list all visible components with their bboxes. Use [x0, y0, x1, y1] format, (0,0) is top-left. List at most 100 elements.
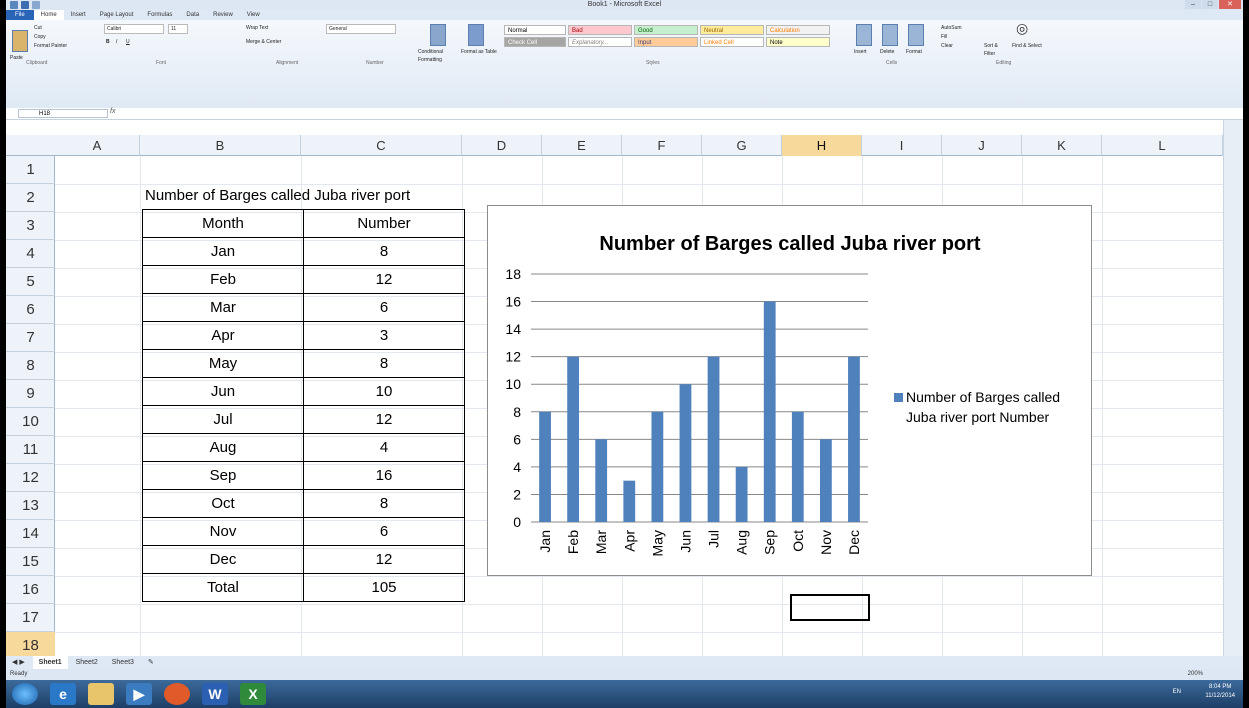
row-header-13[interactable]: 13: [6, 492, 55, 520]
new-sheet-icon[interactable]: ✎: [142, 656, 160, 669]
sheet-tab-3[interactable]: Sheet3: [106, 656, 140, 669]
bar-chart[interactable]: Number of Barges called Juba river port 0…: [487, 205, 1092, 576]
row-header-15[interactable]: 15: [6, 548, 55, 576]
row-header-12[interactable]: 12: [6, 464, 55, 492]
wrap-text-button[interactable]: Wrap Text: [246, 24, 268, 32]
format-as-table-icon[interactable]: [468, 24, 484, 46]
cut-button[interactable]: Cut: [34, 24, 42, 32]
copy-button[interactable]: Copy: [34, 33, 46, 41]
clock[interactable]: 8:04 PM 11/12/2014: [1205, 683, 1235, 701]
row-header-9[interactable]: 9: [6, 380, 55, 408]
number-cell[interactable]: 6: [303, 293, 465, 322]
clear-button[interactable]: Clear: [941, 42, 953, 50]
row-header-3[interactable]: 3: [6, 212, 55, 240]
style-input[interactable]: Input: [634, 37, 698, 47]
media-player-icon[interactable]: ▶: [126, 683, 152, 705]
paste-icon[interactable]: [12, 30, 28, 52]
sheet-tab-1[interactable]: Sheet1: [32, 656, 68, 669]
conditional-formatting-button[interactable]: Conditional Formatting: [418, 48, 458, 64]
sheet-nav-icon[interactable]: ◀ ▶: [6, 656, 31, 669]
font-size-select[interactable]: 11: [168, 24, 188, 34]
number-cell[interactable]: 8: [303, 237, 465, 266]
merge-center-button[interactable]: Merge & Center: [246, 38, 281, 46]
selected-cell-h18[interactable]: [790, 594, 870, 621]
month-cell[interactable]: Oct: [142, 489, 304, 518]
col-header-h[interactable]: H: [782, 135, 862, 156]
col-header-j[interactable]: J: [942, 135, 1022, 156]
col-header-a[interactable]: A: [55, 135, 140, 156]
style-linked-cell[interactable]: Linked Cell: [700, 37, 764, 47]
row-header-4[interactable]: 4: [6, 240, 55, 268]
number-format-select[interactable]: General: [326, 24, 396, 34]
month-cell[interactable]: Jun: [142, 377, 304, 406]
row-header-6[interactable]: 6: [6, 296, 55, 324]
month-cell[interactable]: Jul: [142, 405, 304, 434]
insert-function-icon[interactable]: fx: [110, 108, 115, 115]
format-cells-button[interactable]: Format: [906, 48, 922, 56]
month-cell[interactable]: Mar: [142, 293, 304, 322]
col-header-c[interactable]: C: [301, 135, 462, 156]
col-header-k[interactable]: K: [1022, 135, 1102, 156]
insert-cells-icon[interactable]: [856, 24, 872, 46]
col-header-g[interactable]: G: [702, 135, 782, 156]
number-cell[interactable]: 8: [303, 349, 465, 378]
month-cell[interactable]: Jan: [142, 237, 304, 266]
month-cell[interactable]: Aug: [142, 433, 304, 462]
underline-button[interactable]: U: [126, 38, 130, 46]
month-cell[interactable]: Dec: [142, 545, 304, 574]
style-bad[interactable]: Bad: [568, 25, 632, 35]
col-header-b[interactable]: B: [140, 135, 301, 156]
col-header-f[interactable]: F: [622, 135, 702, 156]
maximize-button[interactable]: □: [1202, 0, 1218, 9]
fill-button[interactable]: Fill: [941, 33, 947, 41]
row-header-17[interactable]: 17: [6, 604, 55, 632]
style-explanatory[interactable]: Explanatory...: [568, 37, 632, 47]
format-as-table-button[interactable]: Format as Table: [461, 48, 497, 56]
row-header-16[interactable]: 16: [6, 576, 55, 604]
number-cell[interactable]: 105: [303, 573, 465, 602]
number-cell[interactable]: 12: [303, 545, 465, 574]
month-cell[interactable]: Feb: [142, 265, 304, 294]
row-header-1[interactable]: 1: [6, 156, 55, 184]
number-cell[interactable]: 12: [303, 405, 465, 434]
tab-data[interactable]: Data: [179, 10, 206, 20]
month-cell[interactable]: Apr: [142, 321, 304, 350]
tab-file[interactable]: File: [6, 10, 34, 20]
paste-label[interactable]: Paste: [10, 54, 23, 62]
delete-cells-button[interactable]: Delete: [880, 48, 894, 56]
row-header-5[interactable]: 5: [6, 268, 55, 296]
style-check-cell[interactable]: Check Cell: [504, 37, 566, 47]
row-header-14[interactable]: 14: [6, 520, 55, 548]
number-cell[interactable]: Number: [303, 209, 465, 238]
sheet-tab-2[interactable]: Sheet2: [70, 656, 104, 669]
file-explorer-icon[interactable]: [88, 683, 114, 705]
style-good[interactable]: Good: [634, 25, 698, 35]
tab-formulas[interactable]: Formulas: [140, 10, 179, 20]
delete-cells-icon[interactable]: [882, 24, 898, 46]
table-title[interactable]: Number of Barges called Juba river port: [145, 187, 410, 204]
col-header-d[interactable]: D: [462, 135, 542, 156]
word-icon[interactable]: W: [202, 683, 228, 705]
row-header-8[interactable]: 8: [6, 352, 55, 380]
month-cell[interactable]: Sep: [142, 461, 304, 490]
month-cell[interactable]: Month: [142, 209, 304, 238]
style-note[interactable]: Note: [766, 37, 830, 47]
insert-cells-button[interactable]: Insert: [854, 48, 867, 56]
format-cells-icon[interactable]: [908, 24, 924, 46]
excel-taskbar-icon[interactable]: X: [240, 683, 266, 705]
number-cell[interactable]: 16: [303, 461, 465, 490]
tab-home[interactable]: Home: [33, 10, 64, 20]
row-header-2[interactable]: 2: [6, 184, 55, 212]
conditional-formatting-icon[interactable]: [430, 24, 446, 46]
zoom-level[interactable]: 200%: [1188, 669, 1203, 680]
undo-icon[interactable]: [32, 1, 40, 9]
col-header-l[interactable]: L: [1102, 135, 1223, 156]
sort-filter-button[interactable]: Sort & Filter: [984, 42, 1010, 58]
tab-review[interactable]: Review: [206, 10, 240, 20]
tab-insert[interactable]: Insert: [64, 10, 93, 20]
bold-button[interactable]: B: [106, 38, 110, 46]
internet-explorer-icon[interactable]: e: [50, 683, 76, 705]
worksheet-grid[interactable]: Number of Barges called Juba river port …: [55, 156, 1223, 661]
chrome-icon[interactable]: [164, 683, 190, 705]
find-select-button[interactable]: Find & Select: [1012, 42, 1042, 50]
